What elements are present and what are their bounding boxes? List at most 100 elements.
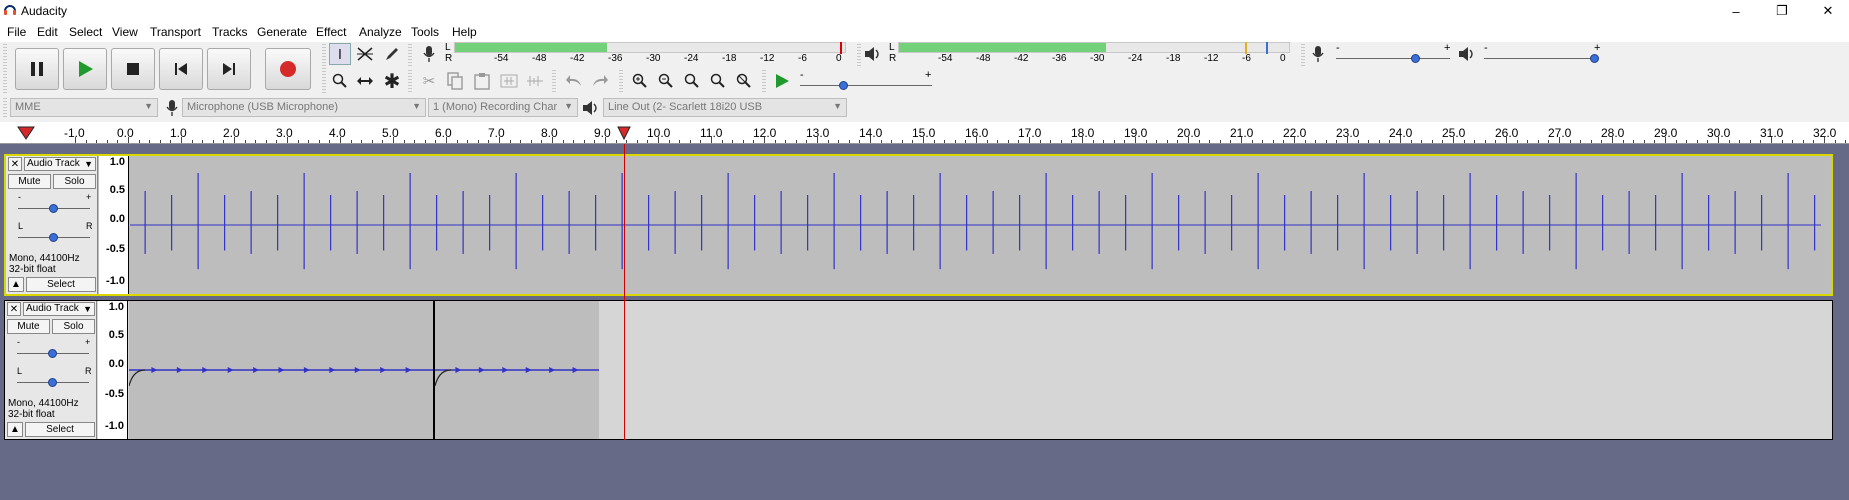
playhead-marker-icon[interactable] — [616, 126, 631, 140]
restore-button[interactable]: ❐ — [1759, 0, 1805, 22]
ruler-minor-tick — [520, 140, 522, 143]
close-button[interactable]: ✕ — [1805, 0, 1849, 22]
ruler-minor-tick — [1325, 140, 1327, 143]
waveform-clip[interactable] — [130, 156, 1821, 294]
play-button[interactable] — [63, 48, 107, 90]
zoom-toggle-button[interactable] — [733, 70, 755, 92]
menu-effect[interactable]: Effect — [316, 25, 346, 39]
toolbar-grip[interactable] — [552, 70, 556, 92]
play-speed-slider[interactable] — [839, 81, 848, 90]
track-name-menu[interactable]: Audio Track ▼ — [23, 302, 95, 316]
audio-track-2[interactable]: ✕ Audio Track ▼ Mute Solo - + L R Mono, 4… — [4, 300, 1833, 440]
recording-channels-select[interactable]: 1 (Mono) Recording Char ▼ — [428, 98, 578, 117]
silence-button[interactable] — [524, 70, 546, 92]
toolbar-grip[interactable] — [762, 70, 766, 92]
chevron-down-icon: ▼ — [564, 101, 573, 111]
menu-tracks[interactable]: Tracks — [212, 25, 248, 39]
empty-track-area[interactable] — [0, 446, 1849, 500]
ruler-minor-tick — [223, 140, 225, 143]
menu-file[interactable]: File — [7, 25, 26, 39]
toolbar-grip[interactable] — [857, 44, 861, 66]
menu-help[interactable]: Help — [452, 25, 477, 39]
toolbar-grip[interactable] — [3, 44, 7, 94]
menu-view[interactable]: View — [112, 25, 138, 39]
envelope-tool-button[interactable] — [354, 43, 376, 65]
gain-slider[interactable] — [49, 204, 58, 213]
audio-track-1[interactable]: ✕ Audio Track ▼ Mute Solo - + L R Mono, 4… — [4, 154, 1833, 296]
zoom-out-button[interactable] — [655, 70, 677, 92]
copy-button[interactable] — [444, 70, 466, 92]
toolbar-grip[interactable] — [408, 70, 412, 92]
paste-button[interactable] — [471, 70, 493, 92]
menu-analyze[interactable]: Analyze — [359, 25, 402, 39]
play-at-speed-button[interactable] — [771, 70, 793, 92]
menu-edit[interactable]: Edit — [37, 25, 58, 39]
pause-button[interactable] — [15, 48, 59, 90]
ruler-label: 1.0 — [170, 126, 187, 140]
selection-tool-button[interactable]: I — [329, 43, 351, 65]
playback-meter[interactable] — [898, 42, 1290, 53]
fit-project-button[interactable] — [707, 70, 729, 92]
mute-button[interactable]: Mute — [8, 174, 51, 189]
time-shift-tool-button[interactable] — [354, 70, 376, 92]
record-meter[interactable] — [454, 42, 846, 53]
zoom-tool-button[interactable] — [329, 70, 351, 92]
record-meter-button[interactable] — [418, 43, 440, 65]
solo-button[interactable]: Solo — [53, 174, 96, 189]
toolbar-grip[interactable] — [619, 70, 623, 92]
menu-generate[interactable]: Generate — [257, 25, 307, 39]
waveform-area[interactable] — [130, 156, 1821, 294]
timeline-ruler[interactable]: -1.0 0.0 1.0 2.0 3.0 4.0 5.0 6.0 7.0 8.0 9.0 10.0 11… — [0, 122, 1849, 144]
mute-button[interactable]: Mute — [7, 319, 50, 334]
draw-tool-button[interactable] — [381, 43, 403, 65]
menu-select[interactable]: Select — [69, 25, 102, 39]
ruler-label: 6.0 — [435, 126, 452, 140]
toolbar-grip[interactable] — [3, 98, 7, 118]
playback-meter-left-label: L — [889, 42, 895, 53]
select-track-button[interactable]: Select — [25, 422, 95, 437]
cut-button[interactable]: ✂ — [418, 70, 440, 92]
select-track-button[interactable]: Select — [26, 277, 96, 292]
collapse-track-button[interactable]: ▲ — [8, 277, 24, 292]
amplitude-scale[interactable]: 1.0 0.5 0.0 -0.5 -1.0 — [99, 156, 129, 294]
collapse-track-button[interactable]: ▲ — [7, 422, 23, 437]
ruler-minor-tick — [1590, 140, 1592, 143]
stop-button[interactable] — [111, 48, 155, 90]
menu-transport[interactable]: Transport — [150, 25, 201, 39]
skip-to-start-button[interactable] — [159, 48, 203, 90]
ruler-minor-tick — [1484, 140, 1486, 143]
trim-button[interactable] — [498, 70, 520, 92]
pan-slider[interactable] — [48, 378, 57, 387]
track-name-menu[interactable]: Audio Track ▼ — [24, 157, 96, 171]
toolbar-grip[interactable] — [408, 44, 412, 66]
ruler-minor-tick — [1209, 140, 1211, 143]
playback-device-select[interactable]: Line Out (2- Scarlett 18i20 USB ▼ — [603, 98, 847, 117]
record-button[interactable] — [265, 48, 311, 90]
zoom-in-button[interactable] — [629, 70, 651, 92]
pan-slider[interactable] — [49, 233, 58, 242]
menu-tools[interactable]: Tools — [411, 25, 439, 39]
waveform-area[interactable] — [129, 301, 1832, 439]
gain-slider[interactable] — [48, 349, 57, 358]
output-volume-slider[interactable] — [1590, 54, 1599, 63]
undo-button[interactable] — [563, 70, 585, 92]
audio-host-select[interactable]: MME ▼ — [10, 98, 158, 117]
toolbar-grip[interactable] — [322, 44, 326, 94]
ruler-minor-tick — [1315, 140, 1317, 143]
multi-tool-button[interactable]: ✱ — [381, 70, 403, 93]
fit-selection-button[interactable] — [681, 70, 703, 92]
skip-to-end-button[interactable] — [207, 48, 251, 90]
toolbar-grip[interactable] — [1301, 44, 1305, 66]
close-track-button[interactable]: ✕ — [7, 302, 21, 316]
solo-button[interactable]: Solo — [52, 319, 95, 334]
ruler-minor-tick — [1378, 140, 1380, 143]
playback-meter-button[interactable] — [862, 43, 884, 65]
redo-button[interactable] — [589, 70, 611, 92]
minimize-button[interactable]: – — [1713, 0, 1759, 22]
track-rate: Mono, 44100Hz — [8, 398, 79, 409]
close-track-button[interactable]: ✕ — [8, 157, 22, 171]
recording-device-select[interactable]: Microphone (USB Microphone) ▼ — [182, 98, 426, 117]
amplitude-scale[interactable]: 1.0 0.5 0.0 -0.5 -1.0 — [98, 301, 128, 439]
ruler-minor-tick — [1495, 140, 1497, 143]
waveform-clips[interactable] — [129, 301, 1832, 439]
